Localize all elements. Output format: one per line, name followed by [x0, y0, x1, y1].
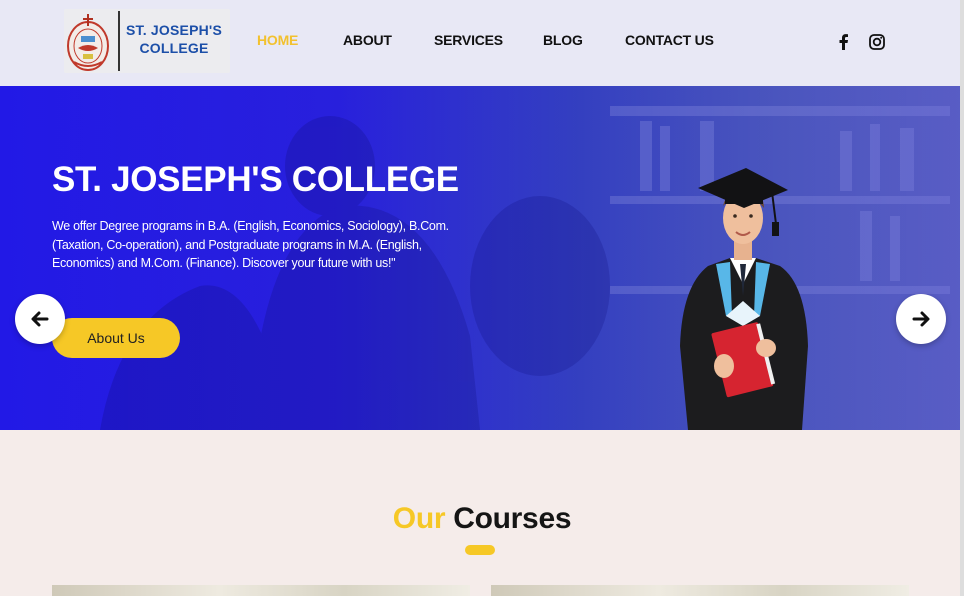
- nav-about[interactable]: ABOUT: [343, 32, 392, 50]
- hero-slider: ST. JOSEPH'S COLLEGE We offer Degree pro…: [0, 86, 960, 430]
- nav-blog[interactable]: BLOG: [543, 32, 583, 50]
- nav-home[interactable]: HOME: [257, 32, 298, 50]
- course-card-image[interactable]: [52, 585, 470, 596]
- nav-contact-us[interactable]: CONTACT US: [625, 32, 714, 50]
- courses-heading: Our Courses: [0, 502, 964, 536]
- graduate-student-image: [680, 168, 808, 430]
- arrow-right-icon: [912, 311, 930, 327]
- slider-next-button[interactable]: [896, 294, 946, 344]
- site-header: ST. JOSEPH'S COLLEGE HOME ABOUT SERVICES…: [0, 0, 964, 86]
- about-us-button[interactable]: About Us: [52, 318, 180, 358]
- nav-services[interactable]: SERVICES: [434, 32, 503, 50]
- facebook-icon[interactable]: [834, 32, 854, 52]
- courses-heading-main: Courses: [453, 502, 572, 535]
- slider-prev-button[interactable]: [15, 294, 65, 344]
- hero-title: ST. JOSEPH'S COLLEGE: [52, 160, 459, 199]
- course-card-image[interactable]: [491, 585, 909, 596]
- hero-description: We offer Degree programs in B.A. (Englis…: [52, 219, 449, 270]
- college-logo[interactable]: ST. JOSEPH'S COLLEGE: [64, 9, 230, 73]
- arrow-left-icon: [31, 311, 49, 327]
- courses-heading-accent: Our: [392, 502, 446, 535]
- heading-underline: [465, 545, 495, 555]
- instagram-icon[interactable]: [867, 32, 887, 52]
- logo-text: ST. JOSEPH'S COLLEGE: [122, 21, 226, 57]
- logo-line-1: ST. JOSEPH'S: [126, 22, 222, 38]
- college-seal-icon: [67, 14, 109, 71]
- logo-divider: [118, 11, 120, 71]
- logo-line-2: COLLEGE: [139, 40, 209, 56]
